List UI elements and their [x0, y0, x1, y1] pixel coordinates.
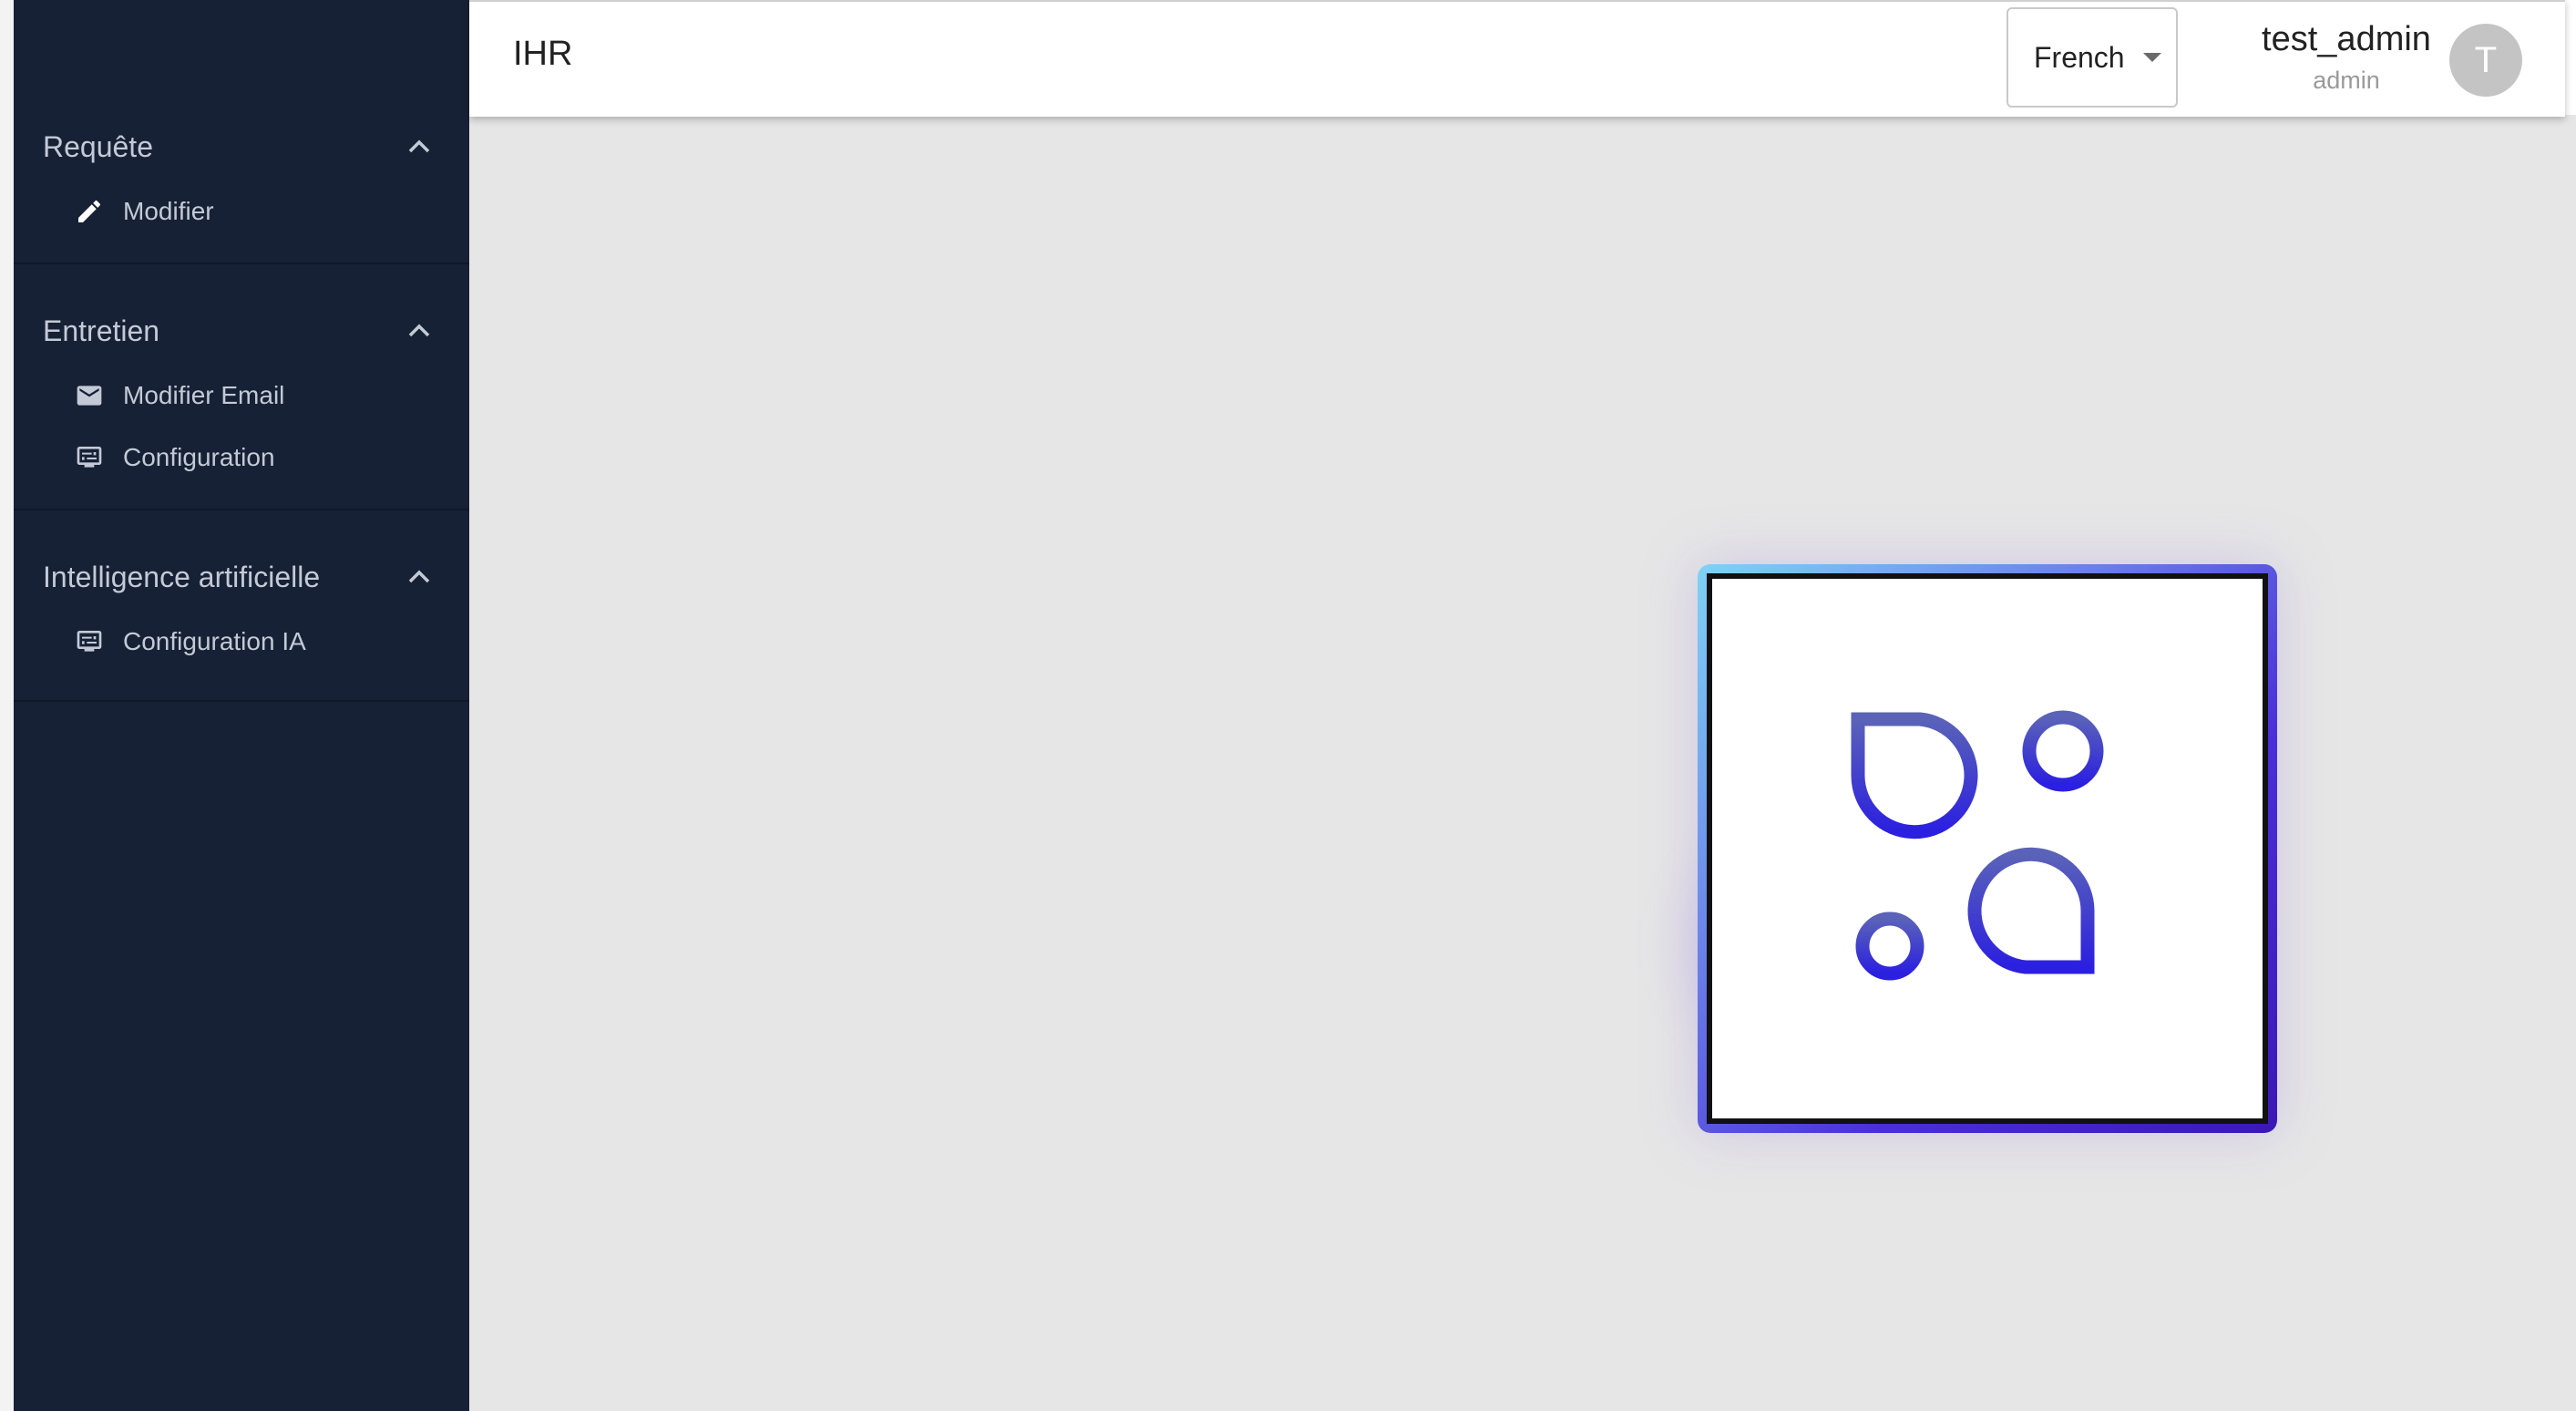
mail-icon: [74, 380, 105, 411]
sidebar-section-ia: Intelligence artificielle Configuration …: [14, 510, 469, 702]
app-title: IHR: [513, 35, 573, 73]
sidebar-item-configuration-ia[interactable]: Configuration IA: [14, 611, 469, 673]
sidebar-item-configuration[interactable]: Configuration: [14, 427, 469, 489]
section-title: Requête: [43, 129, 153, 163]
chevron-up-icon[interactable]: [405, 563, 433, 591]
section-title: Entretien: [43, 314, 160, 347]
main-content: [469, 115, 2576, 1411]
language-select-value: French: [2034, 40, 2125, 74]
top-app-bar: IHR French test_admin admin T: [469, 0, 2565, 117]
avatar[interactable]: T: [2449, 24, 2522, 97]
section-header-requete[interactable]: Requête: [14, 113, 469, 180]
chevron-up-icon[interactable]: [405, 317, 433, 345]
user-info: test_admin admin: [2237, 16, 2456, 98]
logo-mark-icon: [1851, 710, 2104, 981]
sidebar: Requête Modifier Entretien Modifier Emai…: [14, 0, 469, 1411]
language-select[interactable]: French: [2006, 7, 2178, 108]
section-header-ia[interactable]: Intelligence artificielle: [14, 543, 469, 611]
sidebar-item-modifier[interactable]: Modifier: [14, 180, 469, 242]
caret-down-icon: [2142, 53, 2161, 62]
pencil-icon: [74, 196, 105, 227]
display-settings-icon: [74, 442, 105, 473]
sidebar-section-entretien: Entretien Modifier Email Configuration: [14, 264, 469, 510]
sidebar-item-label: Configuration IA: [123, 627, 306, 655]
app-logo: [1698, 564, 2277, 1133]
sidebar-item-modifier-email[interactable]: Modifier Email: [14, 365, 469, 427]
window-edge: [0, 0, 14, 1411]
display-settings-icon: [74, 626, 105, 657]
logo-canvas: [1707, 573, 2268, 1124]
sidebar-section-requete: Requête Modifier: [14, 113, 469, 264]
user-role: admin: [2313, 67, 2380, 94]
sidebar-item-label: Configuration: [123, 443, 275, 471]
user-name: test_admin: [2262, 20, 2431, 58]
section-header-entretien[interactable]: Entretien: [14, 297, 469, 365]
sidebar-item-label: Modifier: [123, 197, 214, 225]
section-title: Intelligence artificielle: [43, 560, 321, 593]
chevron-up-icon[interactable]: [405, 133, 433, 160]
sidebar-item-label: Modifier Email: [123, 381, 285, 409]
